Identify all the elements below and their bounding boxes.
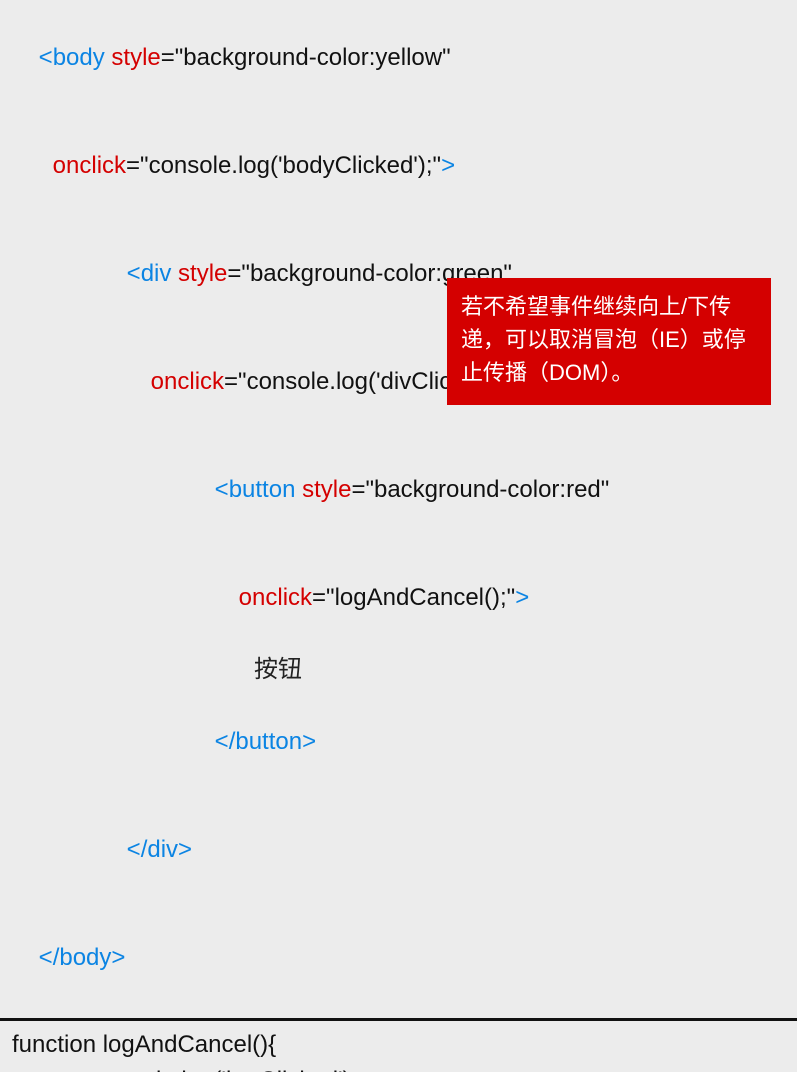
html-code-block: <body style="background-color:yellow" on… [0, 0, 797, 1016]
code-line: console.log('btnClicked'); [12, 1063, 785, 1072]
code-line: </div> [12, 796, 785, 904]
tag-name: div [147, 836, 178, 863]
code-line: onclick="console.log('bodyClicked');"> [12, 112, 785, 220]
attr-value: "logAndCancel();" [326, 584, 515, 611]
code-line: function logAndCancel(){ [12, 1027, 785, 1063]
code-line: </body> [12, 904, 785, 1012]
annotation-text: 若不希望事件继续向上/下传递，可以取消冒泡（IE）或停止传播（DOM）。 [461, 294, 746, 385]
angle-bracket: < [39, 44, 53, 71]
attr-name: onclick [239, 584, 312, 611]
code-line: </button> [12, 688, 785, 796]
attr-value: "console.log('bodyClicked');" [140, 152, 441, 179]
attr-value: "background-color:yellow" [175, 44, 451, 71]
js-code-block: function logAndCancel(){ console.log('bt… [0, 1023, 797, 1072]
code-line: <button style="background-color:red" [12, 436, 785, 544]
code-line: onclick="logAndCancel();"> [12, 544, 785, 652]
inner-text: 按钮 [12, 652, 785, 688]
attr-value: "background-color:red" [365, 476, 609, 503]
attr-name: style [111, 44, 160, 71]
tag-name: body [59, 944, 111, 971]
code-line: <body style="background-color:yellow" [12, 4, 785, 112]
attr-name: onclick [151, 368, 224, 395]
divider [0, 1018, 797, 1021]
tag-name: button [229, 476, 296, 503]
attr-name: style [302, 476, 351, 503]
annotation-box: 若不希望事件继续向上/下传递，可以取消冒泡（IE）或停止传播（DOM）。 [447, 278, 771, 405]
tag-name: div [141, 260, 172, 287]
tag-name: button [235, 728, 302, 755]
attr-name: style [178, 260, 227, 287]
tag-name: body [53, 44, 105, 71]
attr-name: onclick [53, 152, 126, 179]
